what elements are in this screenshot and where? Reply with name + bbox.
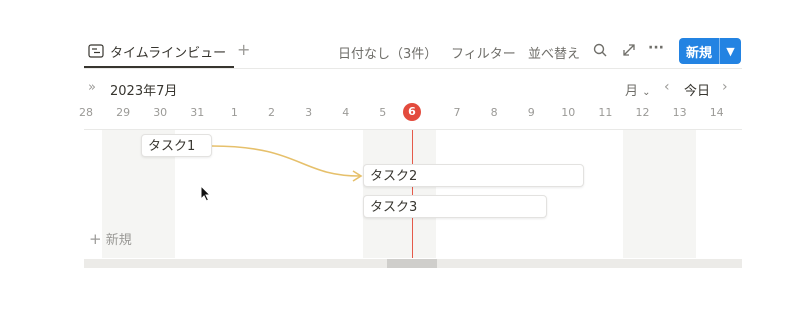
dependency-arrow: [211, 145, 363, 182]
task-bar[interactable]: タスク1: [141, 134, 212, 157]
add-row-label: 新規: [105, 233, 132, 248]
task-label: タスク1: [148, 139, 196, 154]
mouse-cursor-icon: [200, 185, 212, 202]
task-label: タスク3: [370, 200, 418, 215]
task-bar[interactable]: タスク2: [363, 164, 584, 187]
plus-icon: +: [89, 230, 102, 248]
add-row-button[interactable]: + 新規: [89, 229, 132, 248]
task-bar[interactable]: タスク3: [363, 195, 547, 218]
scrollbar-thumb[interactable]: [387, 259, 437, 268]
task-label: タスク2: [370, 169, 418, 184]
